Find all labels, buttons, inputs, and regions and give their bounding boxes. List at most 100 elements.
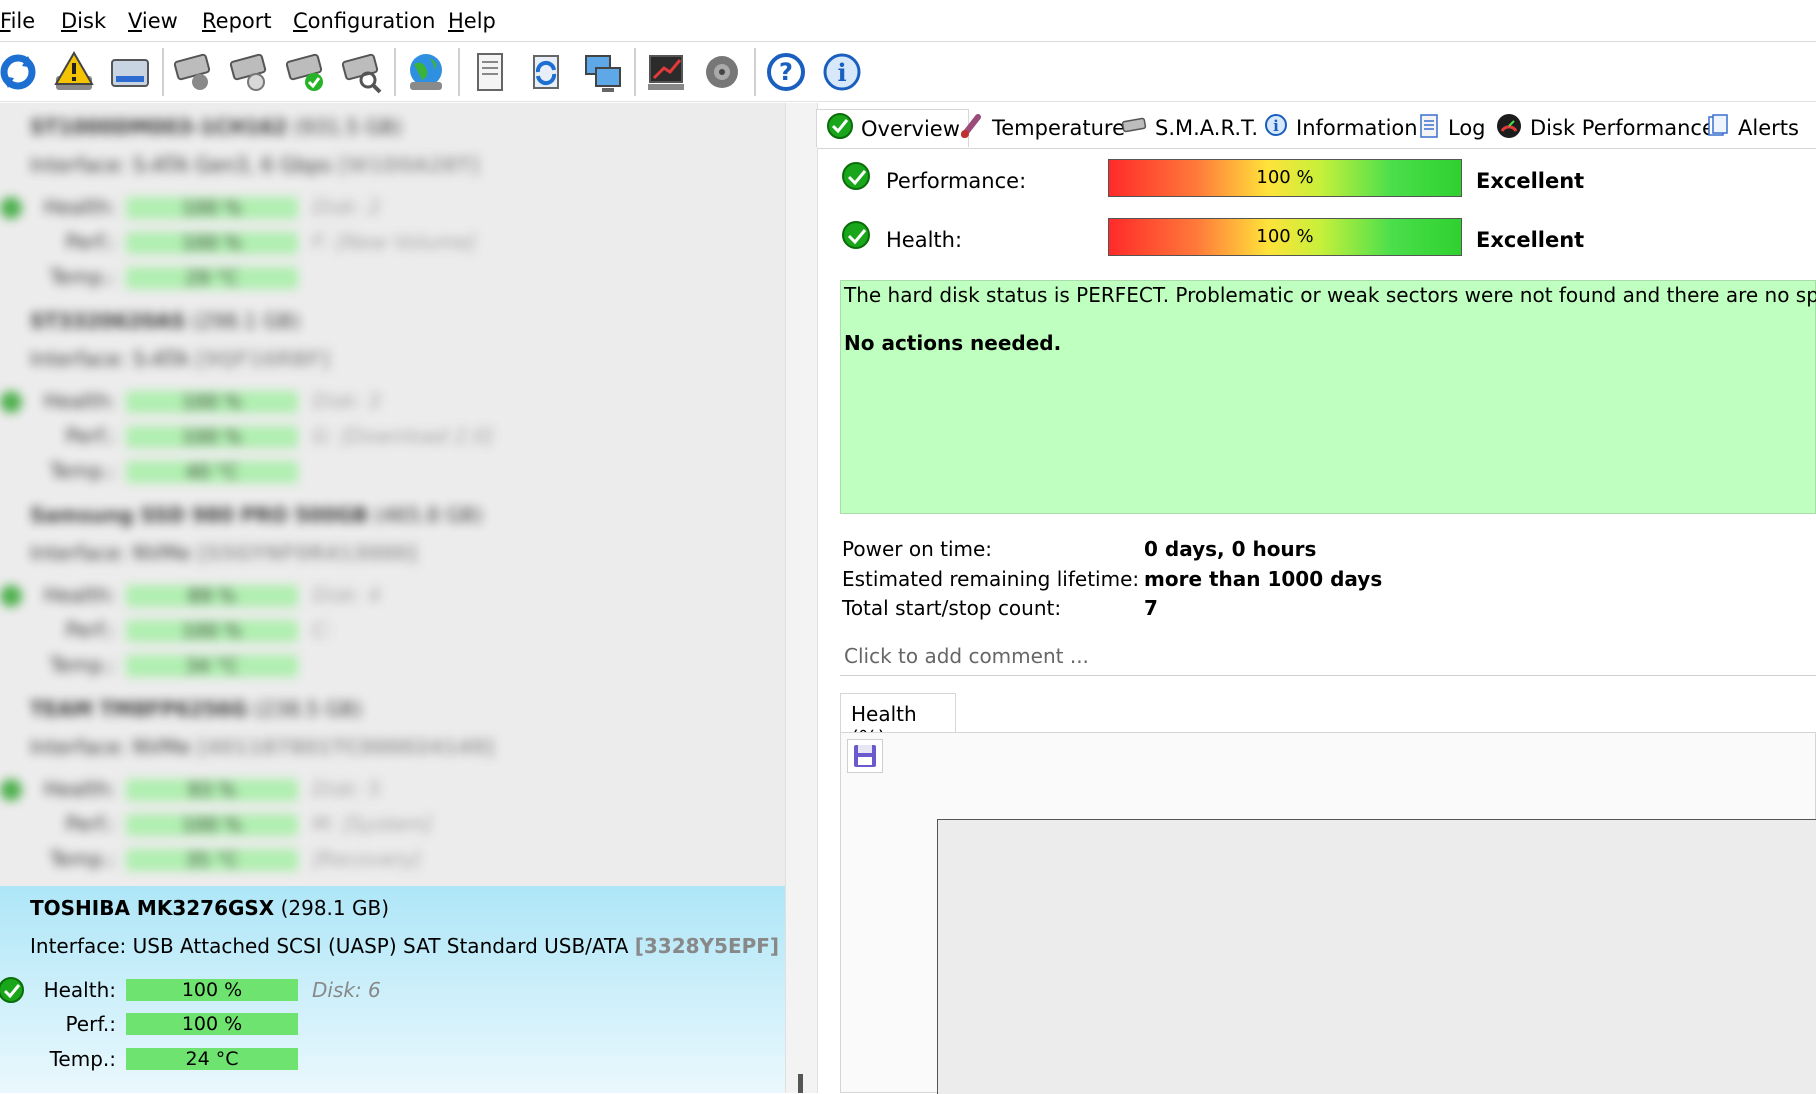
disk-number: Disk: 6 <box>312 978 381 1002</box>
health-bar: 100 % <box>126 197 298 219</box>
temp-bar: 35 °C <box>126 849 298 871</box>
health-label: Health: <box>43 195 116 219</box>
report-icon[interactable] <box>466 48 514 96</box>
tab-label: Disk Performance <box>1530 116 1715 140</box>
status-ok-icon <box>0 391 22 413</box>
health-bar: 100 % <box>126 979 298 1001</box>
info-icon: i <box>1264 113 1288 144</box>
disk-interface: Interface: NVMe [S5GYNF0R413000] <box>30 541 418 565</box>
tab-overview[interactable]: Overview <box>816 109 969 147</box>
disk-search-icon[interactable] <box>338 48 386 96</box>
volume-note: M: [System] <box>312 812 433 836</box>
health-label: Health: <box>886 228 963 252</box>
health-bar: 100 % <box>126 391 298 413</box>
sync-icon[interactable] <box>522 48 570 96</box>
disk-list-item[interactable]: Samsung SSD 980 PRO 500GB (465.8 GB) Int… <box>0 491 785 683</box>
startstop-label: Total start/stop count: <box>842 596 1062 620</box>
tab-bar: Overview Temperature S.M.A.R.T. i Inform… <box>816 109 1816 149</box>
tab-smart[interactable]: S.M.A.R.T. <box>1121 109 1258 147</box>
sound-icon[interactable] <box>698 48 746 96</box>
menu-view[interactable]: View <box>128 9 178 33</box>
disk-title: Samsung SSD 980 PRO 500GB (465.8 GB) <box>30 503 483 527</box>
health-chart-area <box>937 819 1816 1094</box>
perf-bar: 100 % <box>126 426 298 448</box>
volume-note: G: [Download 2.0] <box>312 424 494 448</box>
health-bar: 89 % <box>126 585 298 607</box>
selected-disk-item[interactable]: TOSHIBA MK3276GSX (298.1 GB) Interface: … <box>0 886 785 1093</box>
help-icon[interactable]: ? <box>762 48 810 96</box>
action-message: No actions needed. <box>844 331 1062 355</box>
status-ok-icon <box>0 197 22 219</box>
tab-divider <box>818 148 1816 149</box>
save-icon[interactable] <box>847 739 883 773</box>
power-on-value: 0 days, 0 hours <box>1144 537 1317 561</box>
health-label: Health: <box>43 583 116 607</box>
pane-splitter[interactable] <box>785 103 818 1093</box>
health-label: Health: <box>43 389 116 413</box>
disk-tools-icon-1[interactable] <box>170 48 218 96</box>
disk-interface: Interface: S-ATA [9QF16RBF] <box>30 347 330 371</box>
disk-list-item[interactable]: TEAM TM8FP6256G (238.5 GB) Interface: NV… <box>0 685 785 877</box>
thermometer-icon <box>960 113 984 144</box>
disk-interface: Interface: NVMe [401187801TC000024149] <box>30 735 495 759</box>
disk-title: ST3320620AS (298.1 GB) <box>30 309 301 333</box>
tab-label: Log <box>1448 116 1486 140</box>
benchmark-icon[interactable] <box>642 48 690 96</box>
health-label: Health: <box>43 777 116 801</box>
refresh-icon[interactable] <box>0 48 42 96</box>
health-bar: 93 % <box>126 779 298 801</box>
info-icon[interactable]: i <box>818 48 866 96</box>
startstop-value: 7 <box>1144 596 1158 620</box>
detail-pane: Overview Temperature S.M.A.R.T. i Inform… <box>816 103 1816 1094</box>
menu-file[interactable]: File <box>0 9 35 33</box>
network-icon[interactable] <box>578 48 626 96</box>
disk-number: Disk: 5 <box>312 777 381 801</box>
disk-icon[interactable] <box>106 48 154 96</box>
disk-number: Disk: 4 <box>312 583 381 607</box>
lifetime-label: Estimated remaining lifetime: <box>842 567 1140 591</box>
menu-help[interactable]: Help <box>448 9 496 33</box>
tab-log[interactable]: Log <box>1418 109 1486 147</box>
toolbar-separator <box>394 48 396 96</box>
disk-number: Disk: 3 <box>312 389 381 413</box>
perf-bar: 100 % <box>126 814 298 836</box>
gauge-icon <box>1496 113 1522 144</box>
disk-number: Disk: 2 <box>312 195 381 219</box>
volume-note: F: [New Volume] <box>312 230 477 254</box>
disk-list-item[interactable]: ST1000DM003-1CH162 (931.5 GB) Interface:… <box>0 103 785 295</box>
performance-bar: 100 % <box>1108 159 1462 197</box>
globe-icon[interactable] <box>402 48 450 96</box>
svg-text:i: i <box>837 58 846 87</box>
menu-report[interactable]: Report <box>202 9 272 33</box>
disk-list-item[interactable]: ST3320620AS (298.1 GB) Interface: S-ATA … <box>0 297 785 489</box>
perf-bar: 100 % <box>126 1013 298 1035</box>
alert-icon[interactable] <box>50 48 98 96</box>
menu-bar: File Disk View Report Configuration Help <box>0 0 1816 42</box>
temp-label: Temp.: <box>49 847 116 871</box>
temp-label: Temp.: <box>49 459 116 483</box>
tab-information[interactable]: i Information <box>1264 109 1418 147</box>
tab-disk-performance[interactable]: Disk Performance <box>1496 109 1715 147</box>
disk-tools-icon-2[interactable] <box>226 48 274 96</box>
perf-bar: 100 % <box>126 620 298 642</box>
status-panel <box>840 280 1816 514</box>
temp-label: Temp.: <box>49 265 116 289</box>
power-on-label: Power on time: <box>842 537 993 561</box>
volume-note: [Recovery] <box>312 847 422 871</box>
tab-temperature[interactable]: Temperature <box>960 109 1125 147</box>
comment-field[interactable]: Click to add comment ... <box>840 638 1816 676</box>
menu-configuration[interactable]: Configuration <box>293 9 435 33</box>
disk-ok-icon[interactable] <box>282 48 330 96</box>
menu-disk[interactable]: Disk <box>61 9 106 33</box>
health-rating: Excellent <box>1476 228 1585 252</box>
scrollbar-thumb[interactable] <box>798 1074 803 1093</box>
tab-alerts[interactable]: Alerts <box>1706 109 1799 147</box>
perf-label: Perf.: <box>65 618 116 642</box>
performance-rating: Excellent <box>1476 169 1585 193</box>
tab-health-graph[interactable]: Health (%) <box>840 693 956 750</box>
volume-note: C: <box>312 618 333 642</box>
tab-label: S.M.A.R.T. <box>1155 116 1259 140</box>
disk-title: TOSHIBA MK3276GSX (298.1 GB) <box>30 896 390 920</box>
perf-label: Perf.: <box>65 424 116 448</box>
temp-bar: 34 °C <box>126 655 298 677</box>
